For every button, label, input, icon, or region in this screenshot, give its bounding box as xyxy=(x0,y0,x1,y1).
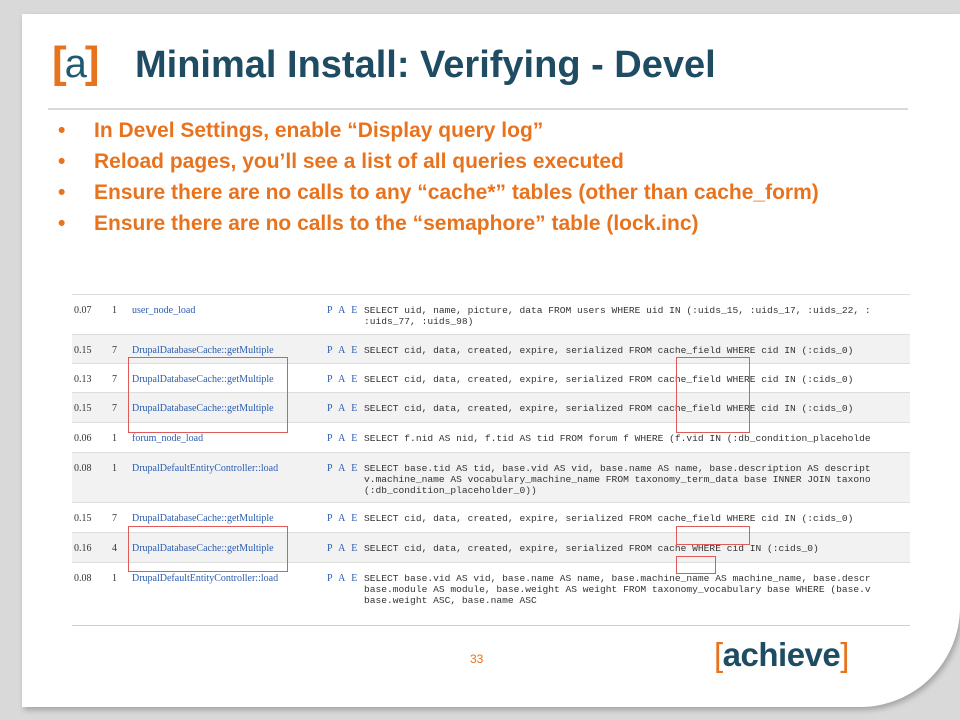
bullet-item: • Reload pages, you’ll see a list of all … xyxy=(52,151,872,173)
cache-field-highlight-box xyxy=(676,526,750,545)
query-function-link[interactable]: DrupalDefaultEntityController::load xyxy=(132,573,278,584)
query-pae-links[interactable]: P A E xyxy=(327,573,359,584)
query-time: 0.15 xyxy=(74,345,92,356)
query-time: 0.13 xyxy=(74,374,92,385)
query-count: 1 xyxy=(112,305,117,316)
query-pae-links[interactable]: P A E xyxy=(327,374,359,385)
query-pae-links[interactable]: P A E xyxy=(327,305,359,316)
bullet-list: • In Devel Settings, enable “Display quer… xyxy=(52,120,872,244)
query-count: 1 xyxy=(112,573,117,584)
bullet-item: • In Devel Settings, enable “Display quer… xyxy=(52,120,872,142)
query-function-link[interactable]: DrupalDefaultEntityController::load xyxy=(132,463,278,474)
bullet-dot: • xyxy=(58,181,66,204)
query-sql: SELECT cid, data, created, expire, seria… xyxy=(364,543,819,554)
query-sql: SELECT uid, name, picture, data FROM use… xyxy=(364,305,871,327)
query-pae-links[interactable]: P A E xyxy=(327,403,359,414)
query-sql: SELECT cid, data, created, expire, seria… xyxy=(364,374,854,385)
query-time: 0.16 xyxy=(74,543,92,554)
slide-title: Minimal Install: Verifying - Devel xyxy=(135,44,716,86)
page-number: 33 xyxy=(470,652,484,666)
achieve-logo: [achieve] xyxy=(714,636,849,674)
query-row: 0.07 1 user_node_load P A E SELECT uid, … xyxy=(72,294,910,335)
query-time: 0.06 xyxy=(74,433,92,444)
bullet-text: Ensure there are no calls to the “semaph… xyxy=(94,212,699,235)
function-highlight-box xyxy=(128,526,288,572)
logo-a: [a] xyxy=(52,38,100,88)
query-function-link[interactable]: DrupalDatabaseCache::getMultiple xyxy=(132,345,274,356)
query-count: 7 xyxy=(112,403,117,414)
title-divider xyxy=(48,108,908,110)
query-pae-links[interactable]: P A E xyxy=(327,513,359,524)
bullet-dot: • xyxy=(58,119,66,142)
query-sql: SELECT cid, data, created, expire, seria… xyxy=(364,513,854,524)
query-row: 0.08 1 DrupalDefaultEntityController::lo… xyxy=(72,452,910,503)
query-count: 1 xyxy=(112,463,117,474)
cache-highlight-box xyxy=(676,556,716,574)
cache-field-highlight-box xyxy=(676,357,750,433)
query-time: 0.08 xyxy=(74,463,92,474)
bullet-dot: • xyxy=(58,150,66,173)
bottom-divider xyxy=(72,625,910,626)
function-highlight-box xyxy=(128,357,288,433)
query-count: 7 xyxy=(112,374,117,385)
query-sql: SELECT f.nid AS nid, f.tid AS tid FROM f… xyxy=(364,433,871,444)
query-count: 1 xyxy=(112,433,117,444)
logo-left-bracket: [ xyxy=(52,38,67,87)
query-time: 0.15 xyxy=(74,403,92,414)
bullet-text: Ensure there are no calls to any “cache*… xyxy=(94,181,819,204)
query-pae-links[interactable]: P A E xyxy=(327,543,359,554)
query-function-link[interactable]: user_node_load xyxy=(132,305,195,316)
brand-word: achieve xyxy=(722,636,841,673)
bullet-text: Reload pages, you’ll see a list of all q… xyxy=(94,150,624,173)
query-count: 4 xyxy=(112,543,117,554)
slide: [a] Minimal Install: Verifying - Devel •… xyxy=(22,14,960,707)
query-pae-links[interactable]: P A E xyxy=(327,433,359,444)
query-sql: SELECT base.vid AS vid, base.name AS nam… xyxy=(364,573,871,606)
query-function-link[interactable]: DrupalDatabaseCache::getMultiple xyxy=(132,513,274,524)
query-time: 0.08 xyxy=(74,573,92,584)
logo-right-bracket: ] xyxy=(84,38,100,87)
bullet-item: • Ensure there are no calls to any “cache… xyxy=(52,182,872,204)
query-time: 0.15 xyxy=(74,513,92,524)
logo-letter: a xyxy=(64,42,87,86)
query-sql: SELECT base.tid AS tid, base.vid AS vid,… xyxy=(364,463,871,496)
bullet-dot: • xyxy=(58,212,66,235)
brand-left-bracket: [ xyxy=(714,636,723,673)
query-pae-links[interactable]: P A E xyxy=(327,345,359,356)
bullet-text: In Devel Settings, enable “Display query… xyxy=(94,119,544,142)
query-time: 0.07 xyxy=(74,305,92,316)
query-pae-links[interactable]: P A E xyxy=(327,463,359,474)
query-count: 7 xyxy=(112,513,117,524)
bullet-item: • Ensure there are no calls to the “semap… xyxy=(52,213,872,235)
query-count: 7 xyxy=(112,345,117,356)
query-log-screenshot: 0.07 1 user_node_load P A E SELECT uid, … xyxy=(72,294,910,622)
query-sql: SELECT cid, data, created, expire, seria… xyxy=(364,345,854,356)
query-sql: SELECT cid, data, created, expire, seria… xyxy=(364,403,854,414)
brand-right-bracket: ] xyxy=(840,636,849,673)
query-function-link[interactable]: forum_node_load xyxy=(132,433,203,444)
